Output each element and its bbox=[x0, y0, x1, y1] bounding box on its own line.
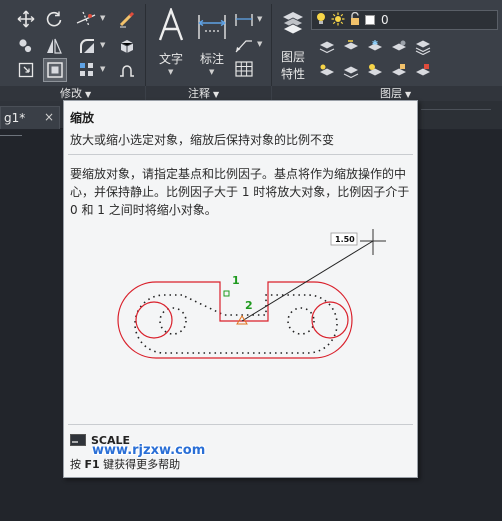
scaled-left-hole bbox=[135, 301, 173, 339]
array-dropdown-icon[interactable]: ▼ bbox=[100, 65, 105, 73]
tab-strip-edge bbox=[417, 101, 502, 129]
chevron-down-icon[interactable]: ▼ bbox=[405, 90, 411, 99]
move-icon[interactable] bbox=[16, 9, 36, 29]
array-icon[interactable] bbox=[77, 60, 97, 80]
dimension-dropdown-icon[interactable]: ▼ bbox=[209, 68, 214, 76]
text-button-label[interactable]: 文字 bbox=[159, 50, 183, 67]
chevron-down-icon[interactable]: ▼ bbox=[85, 90, 91, 99]
trim-icon[interactable] bbox=[75, 9, 97, 29]
layer-dropdown[interactable]: 0 bbox=[311, 10, 498, 30]
help-key: F1 bbox=[84, 458, 100, 471]
layer-thaw-icon[interactable] bbox=[366, 62, 384, 80]
explode-icon[interactable] bbox=[117, 36, 137, 56]
offset-icon[interactable] bbox=[117, 60, 137, 80]
scaled-right-hole bbox=[311, 301, 349, 339]
text-icon[interactable] bbox=[154, 8, 188, 42]
crosshair-cursor-icon bbox=[360, 229, 386, 255]
tooltip-footer-divider bbox=[68, 424, 413, 425]
fillet-icon[interactable] bbox=[77, 36, 97, 56]
tooltip-title: 缩放 bbox=[70, 111, 95, 125]
layer-isolate-icon[interactable] bbox=[414, 38, 432, 56]
point-2-marker bbox=[236, 315, 248, 325]
dimension-icon[interactable] bbox=[195, 10, 229, 42]
tooltip-long-description: 要缩放对象，请指定基点和比例因子。基点将作为缩放操作的中心，并保持静止。比例因子… bbox=[70, 167, 410, 217]
layer-properties-icon[interactable] bbox=[278, 8, 308, 40]
layer-unlock-icon[interactable] bbox=[414, 62, 432, 80]
mirror-icon[interactable] bbox=[44, 36, 64, 56]
original-left-hole bbox=[159, 307, 187, 335]
erase-icon[interactable] bbox=[117, 9, 137, 29]
point-1-label: 1 bbox=[232, 274, 240, 287]
point-2-label: 2 bbox=[245, 299, 253, 312]
trim-dropdown-icon[interactable]: ▼ bbox=[100, 14, 105, 22]
dimension-button-label[interactable]: 标注 bbox=[200, 50, 224, 67]
lightbulb-icon[interactable] bbox=[315, 11, 327, 30]
stretch-icon[interactable] bbox=[16, 60, 36, 80]
layer-lock-icon[interactable] bbox=[390, 62, 408, 80]
layer-color-swatch[interactable] bbox=[365, 15, 375, 25]
scale-tooltip: 缩放 放大或缩小选定对象，缩放后保持对象的比例不变 要缩放对象，请指定基点和比例… bbox=[63, 100, 418, 478]
tooltip-short-description: 放大或缩小选定对象，缩放后保持对象的比例不变 bbox=[70, 133, 335, 147]
command-icon bbox=[70, 431, 86, 450]
unlock-icon[interactable] bbox=[349, 11, 361, 30]
canvas-edge-line bbox=[0, 135, 22, 136]
scaled-object-outline bbox=[117, 281, 353, 359]
rotate-icon[interactable] bbox=[44, 9, 64, 29]
text-dropdown-icon[interactable]: ▼ bbox=[168, 68, 173, 76]
sun-icon[interactable] bbox=[331, 11, 345, 30]
leader-icon[interactable] bbox=[234, 36, 254, 54]
leader-dropdown-icon[interactable]: ▼ bbox=[257, 40, 262, 48]
layer-match-icon[interactable] bbox=[318, 38, 336, 56]
chevron-down-icon[interactable]: ▼ bbox=[213, 90, 219, 99]
copy-icon[interactable] bbox=[16, 36, 36, 56]
layer-properties-label-line2[interactable]: 特性 bbox=[281, 65, 305, 82]
point-1-marker bbox=[223, 290, 230, 297]
layer-properties-label-line1[interactable]: 图层 bbox=[281, 48, 305, 65]
fillet-dropdown-icon[interactable]: ▼ bbox=[100, 41, 105, 49]
ribbon: ▼ ▼ ▼ 文字 ▼ 标注 ▼ ▼ ▼ 图层 特性 0 修改 ▼ 注释 ▼ 图层… bbox=[0, 0, 502, 101]
layer-on-icon[interactable] bbox=[318, 62, 336, 80]
ribbon-separator bbox=[271, 4, 272, 86]
layer-previous-icon[interactable] bbox=[342, 38, 360, 56]
ribbon-separator bbox=[145, 4, 146, 86]
scale-icon[interactable] bbox=[43, 58, 67, 82]
close-tab-icon[interactable]: × bbox=[44, 110, 54, 124]
layer-walk-icon[interactable] bbox=[342, 62, 360, 80]
linear-dimension-dropdown-icon[interactable]: ▼ bbox=[257, 15, 262, 23]
original-object-outline bbox=[134, 294, 338, 354]
drawing-tab-label: g1* bbox=[4, 111, 26, 125]
linear-dimension-icon[interactable] bbox=[234, 11, 254, 29]
scale-value: 1.50 bbox=[335, 235, 355, 244]
layer-freeze-icon[interactable] bbox=[366, 38, 384, 56]
table-icon[interactable] bbox=[234, 60, 254, 78]
layer-off-icon[interactable] bbox=[390, 38, 408, 56]
scale-illustration: 1.50 1 2 bbox=[117, 229, 386, 359]
original-right-hole bbox=[287, 307, 315, 335]
help-hint: 按 F1 键获得更多帮助 bbox=[70, 458, 181, 471]
current-layer-name: 0 bbox=[381, 13, 389, 27]
tooltip-divider bbox=[68, 154, 413, 155]
